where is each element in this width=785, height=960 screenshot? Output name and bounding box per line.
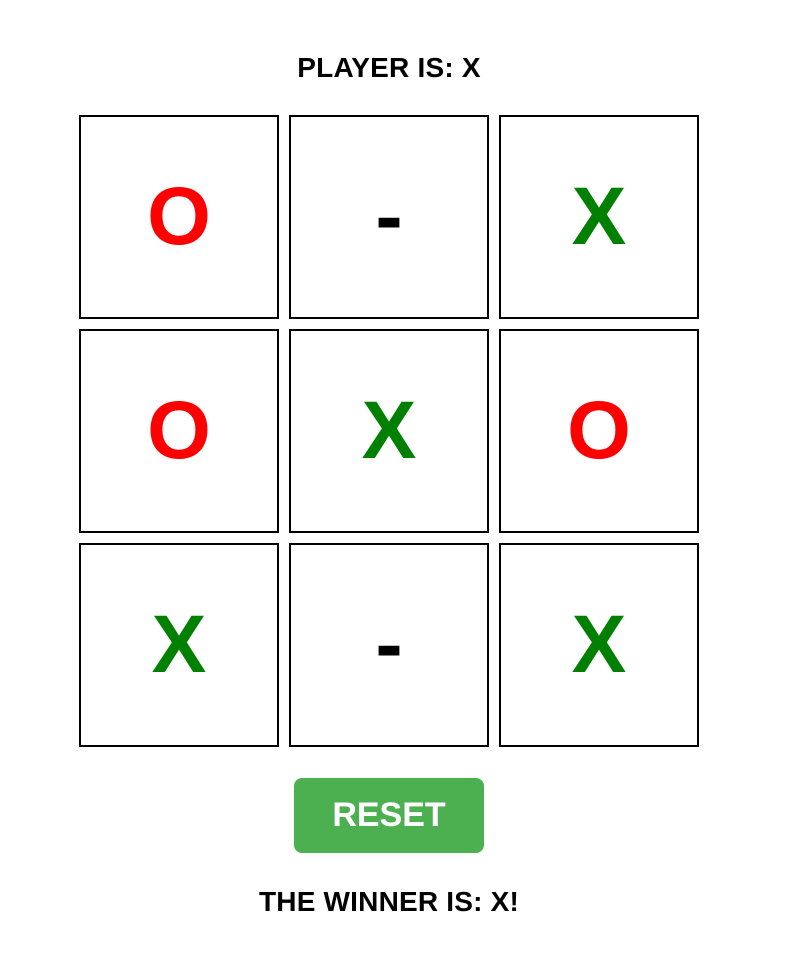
current-player-label: PLAYER IS: X xyxy=(297,52,481,83)
board-cell-2[interactable]: - xyxy=(289,115,489,319)
board-cell-5[interactable]: X xyxy=(289,329,489,533)
board-cell-9[interactable]: X xyxy=(499,543,699,747)
board-cell-8[interactable]: - xyxy=(289,543,489,747)
game-board: O - X O X O X - X xyxy=(79,115,699,748)
board-cell-3[interactable]: X xyxy=(499,115,699,319)
winner-label: THE WINNER IS: X! xyxy=(258,886,520,917)
board-cell-6[interactable]: O xyxy=(499,329,699,533)
reset-button[interactable]: RESET xyxy=(294,778,484,853)
board-cell-7[interactable]: X xyxy=(79,543,279,747)
board-cell-4[interactable]: O xyxy=(79,329,279,533)
board-cell-1[interactable]: O xyxy=(79,115,279,319)
